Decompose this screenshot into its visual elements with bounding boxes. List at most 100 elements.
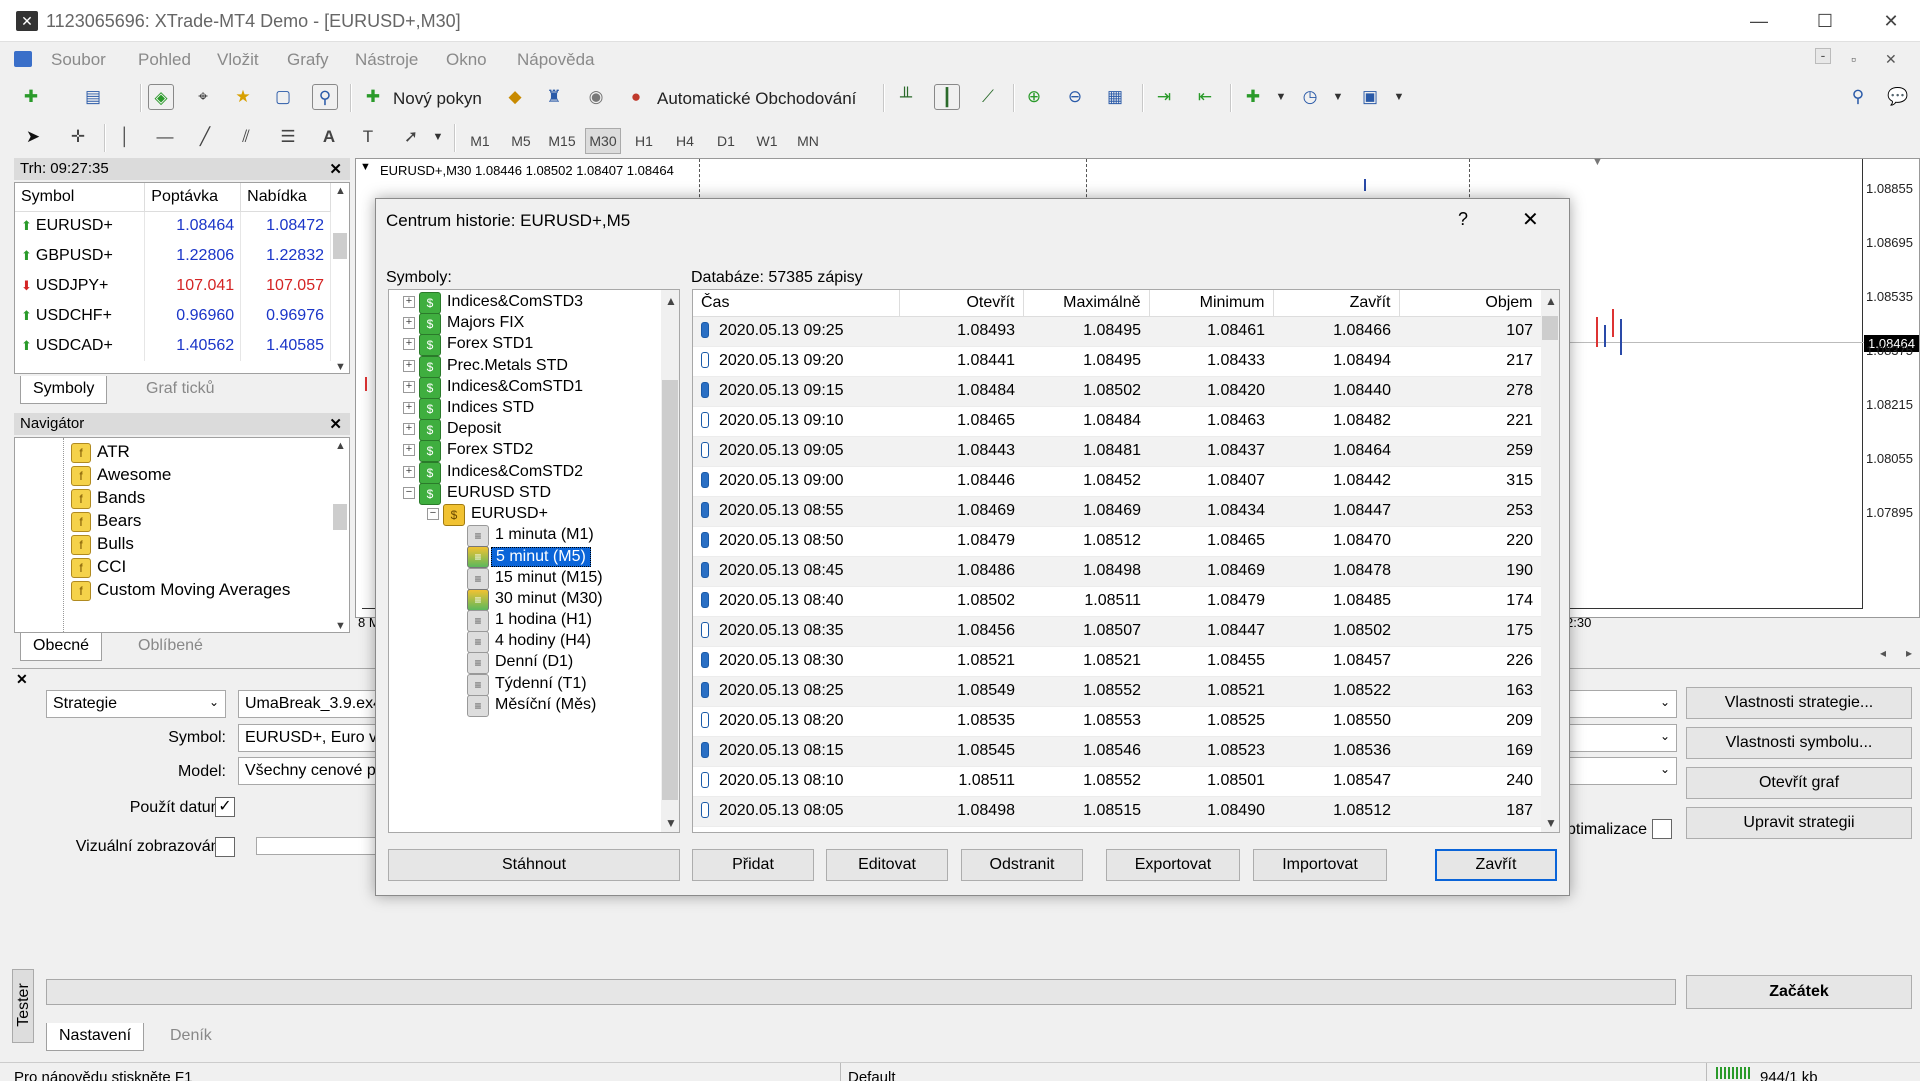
chevron-down-icon[interactable]: ▼ xyxy=(1325,84,1351,110)
tester-type-select[interactable]: Strategie ⌄ xyxy=(46,690,226,718)
expand-toggle-icon[interactable]: + xyxy=(403,380,415,393)
delete-button[interactable]: Odstranit xyxy=(961,849,1083,881)
navigator-scrollbar[interactable]: ▲ ▼ xyxy=(331,438,349,632)
table-row[interactable]: 2020.05.13 09:00 1.08446 1.08452 1.08407 1.0… xyxy=(693,466,1541,497)
mdi-close-button[interactable]: ✕ xyxy=(1885,51,1897,68)
expand-toggle-icon[interactable]: + xyxy=(403,296,415,308)
column-header[interactable]: Objem xyxy=(1399,290,1542,317)
crosshair-icon[interactable]: ✛ xyxy=(65,124,91,150)
navigator-item[interactable]: f CCI xyxy=(71,557,126,581)
text-icon[interactable]: A xyxy=(316,124,342,150)
tab-tick-chart[interactable]: Graf ticků xyxy=(134,376,226,404)
auto-scroll-icon[interactable]: ⇥ xyxy=(1151,84,1177,110)
navigator-item[interactable]: f Bears xyxy=(71,511,141,535)
table-row[interactable]: 2020.05.13 08:30 1.08521 1.08521 1.08455 1.0… xyxy=(693,646,1541,677)
table-row[interactable]: 2020.05.13 09:20 1.08441 1.08495 1.08433 1.0… xyxy=(693,346,1541,377)
import-button[interactable]: Importovat xyxy=(1253,849,1387,881)
experts-icon[interactable]: ♜ xyxy=(541,84,567,110)
column-header[interactable]: Otevřít xyxy=(899,290,1024,317)
market-watch-row[interactable]: ⬆ USDCHF+ 0.96960 0.96976 xyxy=(15,301,331,331)
line-chart-icon[interactable]: ⟋ xyxy=(975,84,1001,110)
chart-shift-icon[interactable]: ⇤ xyxy=(1192,84,1218,110)
terminal-icon[interactable]: ▢ xyxy=(270,84,296,110)
expand-toggle-icon[interactable]: + xyxy=(403,465,415,478)
timeframe-h1[interactable]: H1 xyxy=(626,128,662,154)
chevron-down-icon[interactable]: ▼ xyxy=(425,124,451,150)
menu-tools[interactable]: Nástroje xyxy=(355,50,418,70)
tab-common[interactable]: Obecné xyxy=(20,633,103,661)
column-header[interactable]: Poptávka xyxy=(144,183,242,212)
indicators-icon[interactable]: ✚ xyxy=(1240,84,1266,110)
tab-symbols[interactable]: Symboly xyxy=(20,376,108,404)
market-watch-row[interactable]: ⬆ USDCAD+ 1.40562 1.40585 xyxy=(15,331,331,361)
scroll-down-icon[interactable]: ▼ xyxy=(665,816,677,830)
table-row[interactable]: 2020.05.13 08:55 1.08469 1.08469 1.08434 1.0… xyxy=(693,496,1541,527)
use-date-checkbox[interactable]: ✓ xyxy=(215,797,235,817)
model-select[interactable]: Všechny cenové po xyxy=(238,757,394,785)
close-button[interactable]: Zavřít xyxy=(1435,849,1557,881)
strategy-properties-button[interactable]: Vlastnosti strategie... xyxy=(1686,687,1912,719)
period-select[interactable]: ⌄ xyxy=(1567,690,1677,718)
grid-scrollbar[interactable]: ▲ ▼ xyxy=(1541,290,1559,832)
scroll-thumb[interactable] xyxy=(333,504,347,530)
navigator-icon[interactable]: ★ xyxy=(230,84,256,110)
chevron-down-icon[interactable]: ▼ xyxy=(1268,84,1294,110)
table-row[interactable]: 2020.05.13 08:15 1.08545 1.08546 1.08523 1.0… xyxy=(693,736,1541,767)
navigator-item[interactable]: f Bulls xyxy=(71,534,134,558)
timeframe-h4[interactable]: H4 xyxy=(667,128,703,154)
table-row[interactable]: 2020.05.13 08:50 1.08479 1.08512 1.08465 1.0… xyxy=(693,526,1541,557)
search-icon[interactable]: ⚲ xyxy=(1845,84,1871,110)
table-row[interactable]: 2020.05.13 09:05 1.08443 1.08481 1.08437 1.0… xyxy=(693,436,1541,467)
menu-file[interactable]: Soubor xyxy=(51,50,106,70)
bar-chart-icon[interactable]: ╨ xyxy=(893,84,919,110)
scroll-thumb[interactable] xyxy=(333,233,347,259)
export-button[interactable]: Exportovat xyxy=(1106,849,1240,881)
navigator-item[interactable]: f ATR xyxy=(71,442,130,466)
candlestick-icon[interactable]: ┃ xyxy=(934,84,960,110)
fibonacci-icon[interactable]: ☰ xyxy=(275,124,301,150)
equidistant-channel-icon[interactable]: ⫽ xyxy=(233,124,259,150)
symbols-tree[interactable]: + $ Indices&ComSTD3 + $ Majors FIX + $ Forex STD… xyxy=(388,289,680,833)
text-label-icon[interactable]: T xyxy=(355,124,381,150)
menu-help[interactable]: Nápověda xyxy=(517,50,595,70)
symbol-cell[interactable]: ⬆ USDCHF+ xyxy=(15,301,146,331)
timeframe-m30[interactable]: M30 xyxy=(585,128,621,154)
navigator-item[interactable]: f Bands xyxy=(71,488,145,512)
table-row[interactable]: 2020.05.13 09:10 1.08465 1.08484 1.08463 1.0… xyxy=(693,406,1541,437)
zoom-in-icon[interactable]: ⊕ xyxy=(1021,84,1047,110)
timeframe-m15[interactable]: M15 xyxy=(544,128,580,154)
timeframe-m5[interactable]: M5 xyxy=(503,128,539,154)
table-row[interactable]: 2020.05.13 09:15 1.08484 1.08502 1.08420 1.0… xyxy=(693,376,1541,407)
table-row[interactable]: 2020.05.13 08:40 1.08502 1.08511 1.08479 1.0… xyxy=(693,586,1541,617)
chat-icon[interactable]: 💬 xyxy=(1885,84,1911,110)
optimization-checkbox[interactable] xyxy=(1652,819,1672,839)
close-icon[interactable]: ✕ xyxy=(329,160,342,178)
table-row[interactable]: 2020.05.13 09:25 1.08493 1.08495 1.08461 1.0… xyxy=(693,316,1541,347)
metaeditor-icon[interactable]: ◆ xyxy=(502,84,528,110)
tab-settings[interactable]: Nastavení xyxy=(46,1023,145,1051)
symbol-properties-button[interactable]: Vlastnosti symbolu... xyxy=(1686,727,1912,759)
symbol-cell[interactable]: ⬆ GBPUSD+ xyxy=(15,241,146,271)
timeframe-mn[interactable]: MN xyxy=(790,128,826,154)
expand-toggle-icon[interactable]: + xyxy=(403,444,415,457)
column-header[interactable]: Nabídka xyxy=(240,183,331,212)
mdi-minimize-button[interactable]: - xyxy=(1815,48,1831,64)
expand-toggle-icon[interactable]: + xyxy=(403,359,415,372)
expand-toggle-icon[interactable]: + xyxy=(403,317,415,330)
horizontal-line-icon[interactable]: — xyxy=(152,124,178,150)
zoom-out-icon[interactable]: ⊖ xyxy=(1062,84,1088,110)
column-header[interactable]: Čas xyxy=(693,290,900,317)
scroll-down-icon[interactable]: ▼ xyxy=(1545,816,1557,830)
mdi-restore-button[interactable]: ▫ xyxy=(1851,51,1856,67)
scroll-down-icon[interactable]: ▼ xyxy=(335,620,346,632)
table-row[interactable]: 2020.05.13 08:25 1.08549 1.08552 1.08521 1.0… xyxy=(693,676,1541,707)
vertical-line-icon[interactable]: │ xyxy=(112,124,138,150)
start-button[interactable]: Začátek xyxy=(1686,975,1912,1009)
tile-windows-icon[interactable]: ▦ xyxy=(1102,84,1128,110)
symbol-cell[interactable]: ⬆ USDCAD+ xyxy=(15,331,146,361)
symbol-select[interactable]: EURUSD+, Euro v xyxy=(238,724,394,752)
scroll-up-icon[interactable]: ▲ xyxy=(335,440,346,452)
expand-toggle-icon[interactable]: + xyxy=(403,338,415,351)
edit-button[interactable]: Editovat xyxy=(826,849,948,881)
expand-toggle-icon[interactable]: + xyxy=(403,402,415,414)
